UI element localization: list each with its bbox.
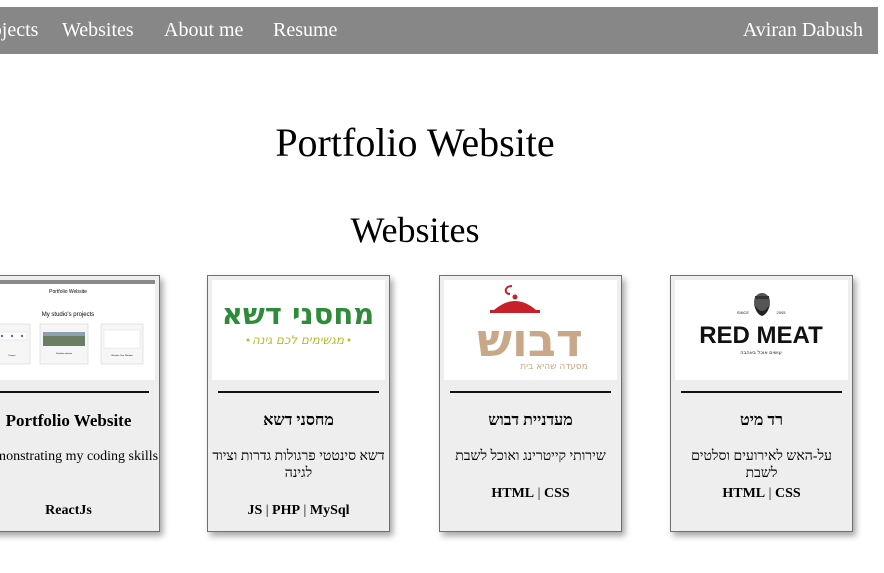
- grass-logo-image: מחסני דשא מגשימים לכם גינה: [212, 280, 385, 380]
- card-divider: [218, 391, 379, 393]
- tech-tag: JS: [247, 503, 263, 518]
- logo-since-text: SINCE: [737, 310, 750, 315]
- card-description: שירותי קייטרינג ואוכל לשבת: [455, 449, 606, 464]
- tech-tag: HTML: [722, 486, 766, 501]
- website-card-red-meat[interactable]: SINCE 2005 RED MEAT עושים אוכל באהבה רד …: [670, 275, 853, 532]
- portfolio-thumbnail[interactable]: Portfolio Website My studio's projects P…: [0, 280, 155, 380]
- logo-main-text: דבוש: [477, 313, 583, 367]
- nav-link-about-me[interactable]: About me: [164, 7, 243, 54]
- tech-tag: MySql: [309, 503, 350, 518]
- card-description: על-האש לאירועים וסלטים לשבת: [691, 449, 832, 481]
- logo-tagline: מסעדה שהיא בית: [520, 362, 588, 372]
- top-navbar: Projects Websites About me Resume Aviran…: [0, 7, 878, 54]
- portfolio-thumbnail-image: Portfolio Website My studio's projects P…: [0, 280, 155, 380]
- logo-tagline: מגשימים לכם גינה: [252, 333, 345, 347]
- thumb-panel-label-1: Project: [9, 354, 16, 357]
- card-tech-stack: ReactJs: [0, 502, 159, 520]
- logo-tagline: עושים אוכל באהבה: [740, 350, 782, 356]
- thumb-panel-label-3: Weather Tour Window: [111, 354, 133, 357]
- card-title: מחסני דשא: [263, 412, 334, 429]
- nav-link-websites[interactable]: Websites: [62, 7, 134, 54]
- tech-tag: HTML: [491, 486, 535, 501]
- card-title: מעדניית דבוש: [488, 412, 573, 429]
- thumb-subheader: My studio's projects: [42, 312, 95, 318]
- website-card-portfolio[interactable]: Portfolio Website My studio's projects P…: [0, 275, 160, 532]
- nav-link-projects[interactable]: Projects: [0, 7, 38, 54]
- card-divider: [450, 391, 611, 393]
- machsanei-desha-logo[interactable]: מחסני דשא מגשימים לכם גינה: [212, 280, 385, 380]
- tech-tag: CSS: [543, 486, 570, 501]
- red-meat-logo[interactable]: SINCE 2005 RED MEAT עושים אוכל באהבה: [675, 280, 848, 380]
- dabush-logo[interactable]: דבוש מסעדה שהיא בית: [444, 280, 617, 380]
- card-divider: [0, 391, 149, 393]
- thumb-header: Portfolio Website: [49, 289, 87, 295]
- logo-main-text: מחסני דשא: [222, 297, 375, 331]
- card-title: רד מיט: [740, 412, 783, 429]
- card-description: Demonstrating my coding skills: [0, 449, 159, 464]
- card-tech-stack: HTML | CSS: [491, 486, 570, 501]
- card-tech-stack: HTML | CSS: [722, 486, 801, 501]
- nav-link-resume[interactable]: Resume: [273, 7, 337, 54]
- website-card-dabush-deli[interactable]: דבוש מסעדה שהיא בית מעדניית דבוש שירותי …: [439, 275, 622, 532]
- section-title-websites: Websites: [350, 210, 480, 250]
- card-divider: [681, 391, 842, 393]
- thumb-panel-label-2: Portfolio website: [56, 352, 73, 355]
- tech-tag: PHP: [272, 503, 301, 518]
- page-title: Portfolio Website: [275, 120, 555, 165]
- nav-brand-name[interactable]: Aviran Dabush: [743, 7, 863, 54]
- card-title: Portfolio Website: [5, 411, 132, 430]
- dabush-logo-image: דבוש מסעדה שהיא בית: [444, 280, 617, 380]
- website-card-machsanei-desha[interactable]: מחסני דשא מגשימים לכם גינה מחסני דשא דשא…: [207, 275, 390, 532]
- logo-main-text: RED MEAT: [699, 322, 823, 349]
- red-meat-logo-image: SINCE 2005 RED MEAT עושים אוכל באהבה: [675, 280, 848, 380]
- tech-tag: CSS: [774, 486, 801, 501]
- logo-year-text: 2005: [777, 310, 787, 315]
- tech-tag: ReactJs: [45, 503, 92, 518]
- card-description: דשא סינטטי פרגולות גדרות וציוד לגינה: [212, 449, 385, 481]
- card-tech-stack: JS | PHP | MySql: [247, 503, 350, 518]
